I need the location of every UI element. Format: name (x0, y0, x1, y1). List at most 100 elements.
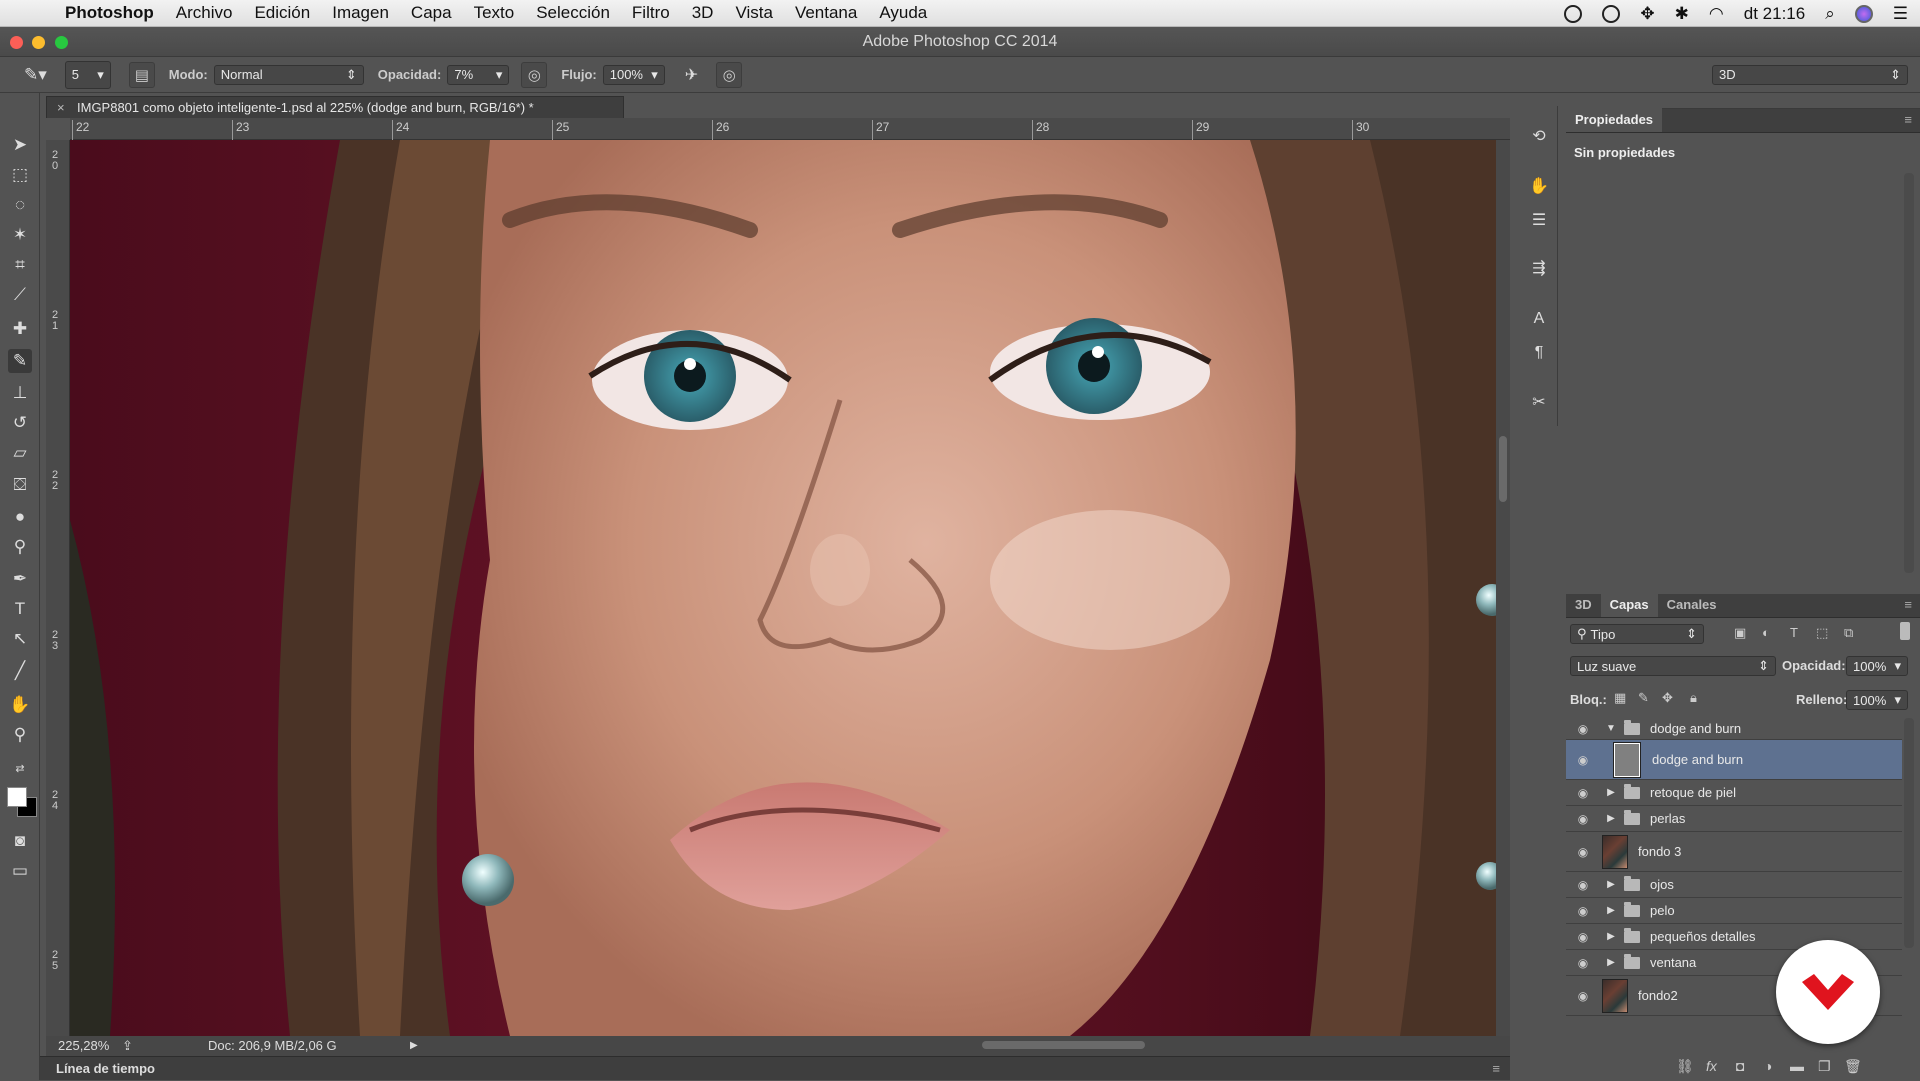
type-tool-icon[interactable]: T (8, 597, 32, 621)
opacity-field[interactable]: 7% ▾ (447, 64, 510, 85)
paragraph-panel-icon[interactable]: ¶ (1528, 342, 1550, 364)
layer-row-fondo-3[interactable]: ◉ fondo 3 (1566, 832, 1902, 872)
layer-row-group-perlas[interactable]: ◉ ▶ perlas (1566, 806, 1902, 832)
pressure-opacity-icon[interactable]: ◎ (521, 61, 548, 88)
timeline-panel-bar[interactable]: Línea de tiempo ≡ (40, 1056, 1510, 1080)
delete-layer-icon[interactable]: 🗑︎ (1844, 1058, 1862, 1075)
filter-shape-icon[interactable]: ⬚ (1816, 625, 1828, 641)
healing-brush-tool-icon[interactable]: ✚ (8, 317, 32, 341)
lock-all-icon[interactable]: 🔒︎ (1690, 690, 1697, 706)
notification-center-icon[interactable]: ☰ (1893, 4, 1908, 24)
blur-tool-icon[interactable]: ● (8, 505, 32, 529)
layer-row-dodge-and-burn[interactable]: ◉ dodge and burn (1566, 740, 1902, 780)
menu-vista[interactable]: Vista (724, 3, 784, 23)
expand-arrow-icon[interactable]: ▶ (1604, 905, 1618, 916)
screen-mode-icon[interactable]: ▭ (8, 859, 32, 883)
clone-stamp-tool-icon[interactable]: ⊥ (8, 381, 32, 405)
pressure-size-icon[interactable]: ◎ (716, 61, 743, 88)
lasso-tool-icon[interactable]: ◌ (8, 193, 32, 217)
new-group-icon[interactable]: ▬ (1790, 1058, 1804, 1074)
visibility-eye-icon[interactable]: ◉ (1572, 722, 1594, 736)
filter-pixel-icon[interactable]: ▣ (1734, 625, 1746, 641)
panel-menu-icon[interactable]: ≡ (1904, 597, 1912, 612)
zoom-level[interactable]: 225,28% (58, 1036, 109, 1056)
layer-row-group-retoque-de-piel[interactable]: ◉ ▶ retoque de piel (1566, 780, 1902, 806)
new-layer-icon[interactable]: ❐ (1818, 1058, 1831, 1075)
filter-type-icon[interactable]: T (1790, 625, 1798, 640)
wifi-icon[interactable]: ◠ (1709, 4, 1724, 24)
paths-panel-icon[interactable]: ⇶ (1528, 258, 1550, 280)
visibility-eye-icon[interactable]: ◉ (1572, 845, 1594, 859)
panel-menu-icon[interactable]: ≡ (1492, 1057, 1500, 1081)
adjustments-panel-icon[interactable]: ☰ (1528, 210, 1550, 232)
tab-propiedades[interactable]: Propiedades (1566, 108, 1663, 132)
canvas-vertical-scrollbar[interactable] (1496, 140, 1510, 1036)
visibility-eye-icon[interactable]: ◉ (1572, 878, 1594, 892)
crop-tool-icon[interactable]: ⌗ (8, 253, 32, 277)
layer-row-group-pelo[interactable]: ◉ ▶ pelo (1566, 898, 1902, 924)
path-selection-tool-icon[interactable]: ↖ (8, 627, 32, 651)
menu-seleccion[interactable]: Selección (525, 3, 621, 23)
status-menu-arrow-icon[interactable]: ▶ (410, 1036, 418, 1056)
expand-arrow-icon[interactable]: ▶ (1604, 879, 1618, 890)
lock-pixels-icon[interactable]: ✎ (1638, 690, 1649, 706)
menu-texto[interactable]: Texto (463, 3, 526, 23)
tool-presets-panel-icon[interactable]: ✂ (1528, 392, 1550, 414)
menu-archivo[interactable]: Archivo (165, 3, 244, 23)
hand-tool-icon[interactable]: ✋ (8, 693, 32, 717)
quick-mask-icon[interactable]: ◙ (8, 829, 32, 853)
tab-canales[interactable]: Canales (1658, 593, 1726, 617)
history-panel-icon[interactable]: ⟲ (1528, 126, 1550, 148)
brush-tool-preset-icon[interactable]: ✎▾ (24, 65, 47, 85)
history-brush-tool-icon[interactable]: ↺ (8, 411, 32, 435)
new-adjustment-layer-icon[interactable]: ◑ (1764, 1058, 1772, 1074)
visibility-eye-icon[interactable]: ◉ (1572, 989, 1594, 1003)
expand-arrow-open-icon[interactable]: ▼ (1604, 723, 1618, 734)
dropbox-icon[interactable]: ✥ (1640, 4, 1654, 24)
menu-ayuda[interactable]: Ayuda (868, 3, 938, 23)
expand-arrow-icon[interactable]: ▶ (1604, 931, 1618, 942)
pen-tool-icon[interactable]: ✒ (8, 567, 32, 591)
spotlight-search-icon[interactable]: ⌕ (1825, 4, 1835, 24)
airbrush-icon[interactable]: ✈ (685, 65, 698, 85)
vertical-scroll-thumb[interactable] (1499, 436, 1507, 502)
visibility-eye-icon[interactable]: ◉ (1572, 930, 1594, 944)
menu-app-name[interactable]: Photoshop (54, 3, 165, 23)
blend-mode-select[interactable]: Luz suave ⇕ (1570, 656, 1776, 676)
brush-presets-panel-icon[interactable]: ✋ (1528, 176, 1550, 198)
brush-tool-icon[interactable]: ✎ (8, 349, 32, 373)
layer-row-group-ojos[interactable]: ◉ ▶ ojos (1566, 872, 1902, 898)
magic-wand-tool-icon[interactable]: ✶ (8, 223, 32, 247)
siri-icon[interactable] (1854, 4, 1873, 23)
swap-colors-icon[interactable]: ⇄ (8, 757, 32, 781)
menu-imagen[interactable]: Imagen (321, 3, 400, 23)
close-window-button[interactable] (10, 36, 23, 49)
paint-bucket-tool-icon[interactable]: ⛋ (8, 473, 32, 497)
tab-3d[interactable]: 3D (1566, 593, 1601, 617)
minimize-window-button[interactable] (32, 36, 45, 49)
eyedropper-tool-icon[interactable]: ⟋ (8, 283, 32, 307)
record-icon[interactable] (1564, 4, 1583, 23)
visibility-eye-icon[interactable]: ◉ (1572, 753, 1594, 767)
menu-edicion[interactable]: Edición (243, 3, 321, 23)
marquee-tool-icon[interactable]: ⬚ (8, 163, 32, 187)
properties-scrollbar[interactable] (1904, 173, 1914, 573)
menu-capa[interactable]: Capa (400, 3, 463, 23)
document-tab[interactable]: × IMGP8801 como objeto inteligente-1.psd… (46, 96, 624, 118)
layer-list-scrollbar[interactable] (1904, 718, 1914, 948)
visibility-eye-icon[interactable]: ◉ (1572, 786, 1594, 800)
document-info[interactable]: Doc: 206,9 MB/2,06 G (208, 1036, 337, 1056)
lock-position-icon[interactable]: ✥ (1662, 690, 1673, 706)
line-tool-icon[interactable]: ╱ (8, 659, 32, 683)
fill-field[interactable]: 100% ▾ (1846, 690, 1908, 710)
close-document-icon[interactable]: × (57, 97, 65, 118)
horizontal-scroll-thumb[interactable] (982, 1041, 1145, 1049)
expand-arrow-icon[interactable]: ▶ (1604, 813, 1618, 824)
visibility-eye-icon[interactable]: ◉ (1572, 956, 1594, 970)
clock[interactable]: dt 21:16 (1744, 4, 1805, 24)
link-layers-icon[interactable]: ⛓ (1676, 1058, 1694, 1075)
document-canvas[interactable] (70, 140, 1496, 1036)
foreground-color-swatch[interactable] (7, 787, 27, 807)
expand-arrow-icon[interactable]: ▶ (1604, 787, 1618, 798)
filter-smart-object-icon[interactable]: ⧉ (1844, 625, 1853, 641)
